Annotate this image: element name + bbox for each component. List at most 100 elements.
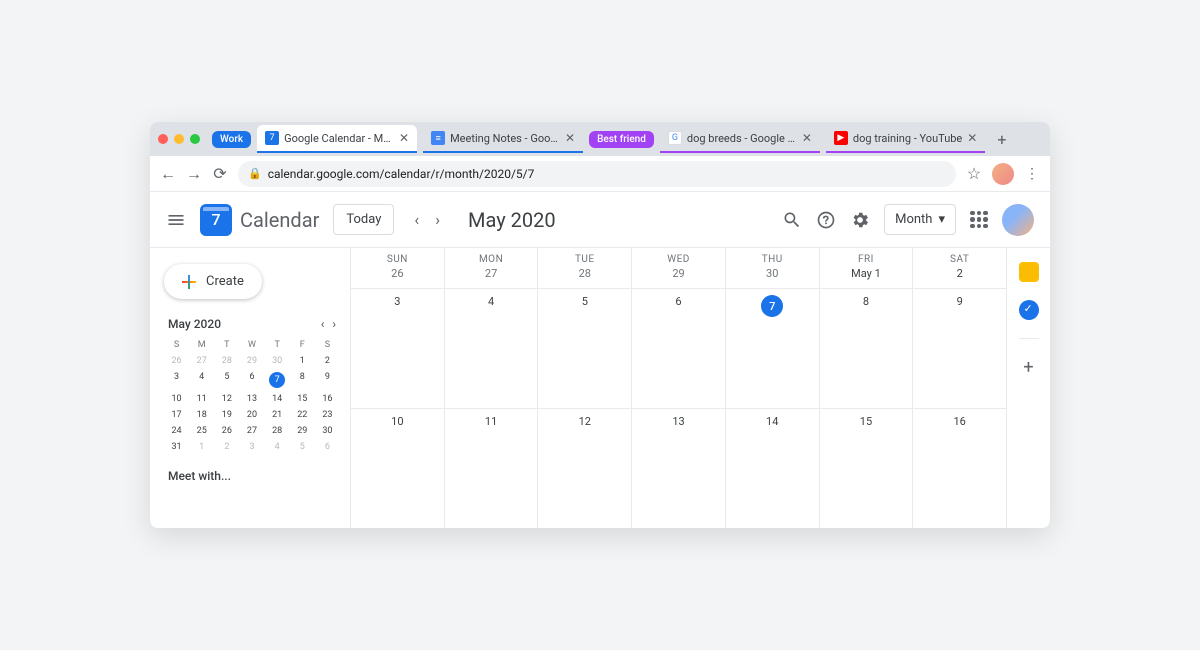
mini-day[interactable]: 2 xyxy=(315,353,340,369)
grid-day-cell[interactable]: 4 xyxy=(445,289,539,408)
view-selector[interactable]: Month ▾ xyxy=(884,204,956,235)
grid-day[interactable]: 2 xyxy=(913,267,1006,288)
mini-day[interactable]: 6 xyxy=(315,439,340,455)
settings-gear-icon[interactable] xyxy=(850,210,870,230)
close-tab-icon[interactable]: ✕ xyxy=(565,131,575,145)
mini-calendar[interactable]: SMTWTFS262728293012345678910111213141516… xyxy=(164,337,340,455)
tab-docs[interactable]: ≡ Meeting Notes - Google Do ✕ xyxy=(423,125,583,153)
mini-day[interactable]: 27 xyxy=(239,423,264,439)
grid-day[interactable]: 30 xyxy=(726,267,819,288)
meet-with-label[interactable]: Meet with... xyxy=(164,469,340,483)
grid-day-cell[interactable]: 3 xyxy=(351,289,445,408)
search-icon[interactable] xyxy=(782,210,802,230)
close-tab-icon[interactable]: ✕ xyxy=(399,131,409,145)
next-month-button[interactable]: › xyxy=(429,206,446,233)
grid-day[interactable]: 27 xyxy=(445,267,538,288)
grid-day-cell[interactable]: 15 xyxy=(820,409,914,528)
help-icon[interactable] xyxy=(816,210,836,230)
mini-day[interactable]: 25 xyxy=(189,423,214,439)
mini-day[interactable]: 28 xyxy=(214,353,239,369)
add-addon-icon[interactable]: + xyxy=(1023,357,1033,378)
tab-youtube[interactable]: ▶ dog training - YouTube ✕ xyxy=(826,125,985,153)
mini-day[interactable]: 13 xyxy=(239,391,264,407)
mini-day[interactable]: 5 xyxy=(290,439,315,455)
mini-day[interactable]: 22 xyxy=(290,407,315,423)
mini-day[interactable]: 31 xyxy=(164,439,189,455)
mini-day[interactable]: 20 xyxy=(239,407,264,423)
google-apps-icon[interactable] xyxy=(970,211,988,229)
url-field[interactable]: 🔒 calendar.google.com/calendar/r/month/2… xyxy=(238,161,956,187)
window-controls[interactable] xyxy=(158,134,200,144)
prev-month-button[interactable]: ‹ xyxy=(408,206,425,233)
mini-day[interactable]: 15 xyxy=(290,391,315,407)
mini-day[interactable]: 24 xyxy=(164,423,189,439)
mini-day[interactable]: 14 xyxy=(265,391,290,407)
mini-day[interactable]: 28 xyxy=(265,423,290,439)
mini-day[interactable]: 4 xyxy=(189,369,214,391)
keep-icon[interactable] xyxy=(1019,262,1039,282)
mini-day[interactable]: 12 xyxy=(214,391,239,407)
account-avatar[interactable] xyxy=(1002,204,1034,236)
grid-day-cell[interactable]: 6 xyxy=(632,289,726,408)
mini-day[interactable]: 8 xyxy=(290,369,315,391)
mini-day[interactable]: 23 xyxy=(315,407,340,423)
mini-day[interactable]: 7 xyxy=(265,369,290,391)
close-tab-icon[interactable]: ✕ xyxy=(802,131,812,145)
mini-day[interactable]: 1 xyxy=(189,439,214,455)
mini-day[interactable]: 11 xyxy=(189,391,214,407)
mini-day[interactable]: 18 xyxy=(189,407,214,423)
tab-search[interactable]: G dog breeds - Google Searc ✕ xyxy=(660,125,820,153)
grid-day[interactable]: 26 xyxy=(351,267,444,288)
browser-menu-icon[interactable]: ⋮ xyxy=(1024,166,1040,182)
mini-day[interactable]: 1 xyxy=(290,353,315,369)
bookmark-star-icon[interactable]: ☆ xyxy=(966,164,982,183)
main-menu-icon[interactable] xyxy=(166,210,186,230)
calendar-logo[interactable]: 7 Calendar xyxy=(200,204,319,236)
mini-day[interactable]: 27 xyxy=(189,353,214,369)
mini-day[interactable]: 6 xyxy=(239,369,264,391)
mini-day[interactable]: 21 xyxy=(265,407,290,423)
mini-day[interactable]: 2 xyxy=(214,439,239,455)
mini-day[interactable]: 26 xyxy=(164,353,189,369)
mini-day[interactable]: 26 xyxy=(214,423,239,439)
tab-calendar[interactable]: 7 Google Calendar - May 20 ✕ xyxy=(257,125,417,153)
forward-button[interactable]: → xyxy=(186,164,202,184)
grid-day-cell[interactable]: 5 xyxy=(538,289,632,408)
mini-day[interactable]: 3 xyxy=(164,369,189,391)
grid-day-cell[interactable]: 8 xyxy=(820,289,914,408)
grid-day[interactable]: May 1 xyxy=(820,267,913,288)
mini-day[interactable]: 30 xyxy=(265,353,290,369)
mini-day[interactable]: 29 xyxy=(290,423,315,439)
back-button[interactable]: ← xyxy=(160,164,176,184)
mini-day[interactable]: 4 xyxy=(265,439,290,455)
mini-day[interactable]: 3 xyxy=(239,439,264,455)
new-tab-button[interactable]: + xyxy=(991,130,1012,149)
mini-day[interactable]: 30 xyxy=(315,423,340,439)
mini-day[interactable]: 19 xyxy=(214,407,239,423)
tab-group-work[interactable]: Work xyxy=(212,131,251,148)
grid-day-cell[interactable]: 16 xyxy=(913,409,1006,528)
close-tab-icon[interactable]: ✕ xyxy=(967,131,977,145)
mini-day[interactable]: 5 xyxy=(214,369,239,391)
grid-day-cell[interactable]: 11 xyxy=(445,409,539,528)
grid-day-cell[interactable]: 9 xyxy=(913,289,1006,408)
minimize-window-icon[interactable] xyxy=(174,134,184,144)
grid-day-cell[interactable]: 13 xyxy=(632,409,726,528)
maximize-window-icon[interactable] xyxy=(190,134,200,144)
profile-avatar[interactable] xyxy=(992,163,1014,185)
mini-day[interactable]: 10 xyxy=(164,391,189,407)
close-window-icon[interactable] xyxy=(158,134,168,144)
mini-day[interactable]: 9 xyxy=(315,369,340,391)
tab-group-best-friend[interactable]: Best friend xyxy=(589,131,654,148)
mini-prev-month[interactable]: ‹ xyxy=(321,317,325,331)
grid-day-cell[interactable]: 12 xyxy=(538,409,632,528)
mini-day[interactable]: 29 xyxy=(239,353,264,369)
grid-day-cell[interactable]: 14 xyxy=(726,409,820,528)
grid-day-cell[interactable]: 7 xyxy=(726,289,820,408)
grid-day-cell[interactable]: 10 xyxy=(351,409,445,528)
today-button[interactable]: Today xyxy=(333,204,394,235)
mini-day[interactable]: 17 xyxy=(164,407,189,423)
mini-next-month[interactable]: › xyxy=(332,317,336,331)
tasks-icon[interactable] xyxy=(1019,300,1039,320)
grid-day[interactable]: 29 xyxy=(632,267,725,288)
